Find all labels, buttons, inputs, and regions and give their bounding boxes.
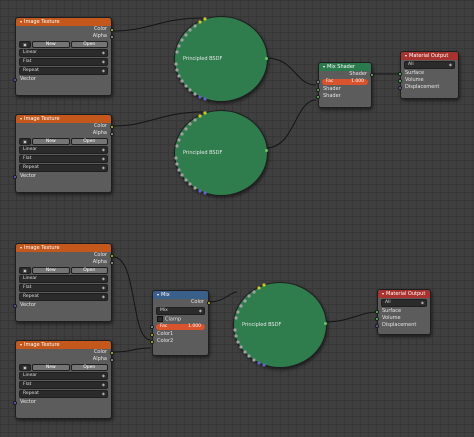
input-surface: Surface [375,308,430,315]
collapse-icon[interactable]: ▾ [323,63,325,71]
input-displacement: Displacement [375,322,430,329]
socket-displacement-in[interactable] [375,323,379,328]
output-color: Color [153,299,211,306]
node-header[interactable]: ▾ Mix Shader [319,63,371,71]
input-color2: Color2 [150,338,208,345]
socket-surface-in[interactable] [398,71,402,76]
dropdown-arrow-icon: ◆ [198,308,202,313]
material-output-node-1[interactable]: ▾ Material Output All ◆ Surface Volume Dis… [398,51,459,99]
target-dropdown[interactable]: All ◆ [381,299,427,307]
mix-rgb-node[interactable]: ▾ Mix Color Mix ◆ Clamp Fac 1.000 Color1 Co… [150,290,211,356]
bsdf2-sockets [174,111,207,195]
node-editor-canvas[interactable]: ▾ Image Texture Color Alpha ▣ New Open Line… [0,0,474,437]
socket-shader-out[interactable] [370,72,374,77]
input-volume: Volume [375,315,430,322]
socket-fac-in[interactable] [316,80,320,84]
collapse-icon[interactable]: ▾ [157,291,159,299]
input-color1: Color1 [150,331,208,338]
node-header[interactable]: ▾ Material Output [401,52,458,60]
fac-slider[interactable]: Fac 1.000 [150,324,205,330]
input-shader-2: Shader [316,93,371,100]
input-displacement: Displacement [398,84,458,91]
socket-color1-in[interactable] [150,332,154,337]
socket-color2-in[interactable] [150,339,154,344]
socket-color-out[interactable] [207,300,211,305]
socket-fac-in[interactable] [150,325,154,329]
socket-shader-in-1[interactable] [316,87,320,92]
socket-surface-in[interactable] [375,309,379,314]
collapse-icon[interactable]: ▾ [405,52,407,60]
input-surface: Surface [398,70,458,77]
mix-shader-node[interactable]: ▾ Mix Shader Shader Fac 1.000 Shader Shade… [316,62,374,108]
socket-volume-in[interactable] [398,78,402,83]
input-shader-1: Shader [316,86,371,93]
bsdf1-sockets [174,17,207,101]
socket-volume-in[interactable] [375,316,379,321]
dropdown-arrow-icon: ◆ [448,62,452,67]
socket-shader-in-2[interactable] [316,94,320,99]
node-title: Mix [161,292,170,298]
clamp-checkbox[interactable] [157,316,163,322]
blend-type-dropdown[interactable]: Mix ◆ [156,307,205,315]
node-title: Material Output [409,53,449,59]
node-title: Material Output [386,291,426,297]
socket-displacement-in[interactable] [398,85,402,90]
dropdown-arrow-icon: ◆ [420,300,424,305]
bsdf3-sockets [233,283,266,367]
node-title: Mix Shader [327,64,355,70]
collapse-icon[interactable]: ▾ [382,290,384,298]
output-shader: Shader [319,71,374,78]
node-header[interactable]: ▾ Mix [153,291,208,299]
fac-slider[interactable]: Fac 1.000 [316,79,368,85]
target-dropdown[interactable]: All ◆ [404,61,455,69]
clamp-checkbox-row[interactable]: Clamp [153,316,208,323]
node-header[interactable]: ▾ Material Output [378,290,430,298]
material-output-node-2[interactable]: ▾ Material Output All ◆ Surface Volume Dis… [375,289,431,335]
input-volume: Volume [398,77,458,84]
